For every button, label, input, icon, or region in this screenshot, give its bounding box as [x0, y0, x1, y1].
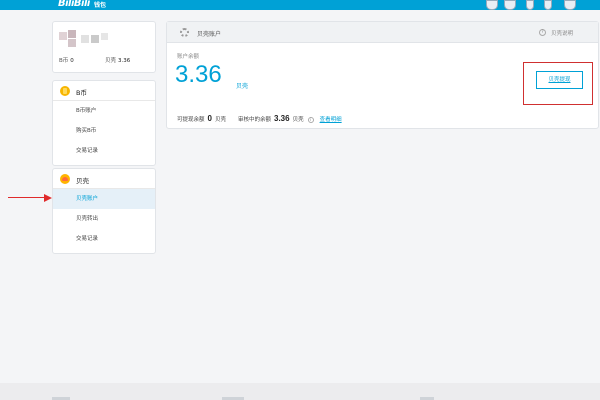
sidebar-item-buy-b-coin[interactable]: 购买B币 — [53, 121, 155, 141]
balance-unit: 贝壳 — [236, 83, 249, 90]
shell-stat-label: 贝壳 — [105, 58, 117, 64]
sidebar-item-b-coin-transactions[interactable]: 交易记录 — [53, 141, 155, 161]
avatar-blur-block — [59, 32, 67, 40]
withdrawable-label: 可提现余额 — [177, 117, 205, 123]
question-icon[interactable]: ? — [539, 29, 546, 36]
withdraw-shell-button[interactable]: 贝壳提现 — [536, 71, 583, 89]
mascot-figure — [564, 0, 576, 10]
gear-icon — [180, 28, 189, 37]
page-footer — [0, 383, 600, 400]
sidebar-item-shell-transfer-out[interactable]: 贝壳转出 — [53, 209, 155, 229]
avatar-blur-block — [101, 33, 108, 40]
withdrawable-value: 0 — [207, 114, 212, 123]
info-icon[interactable]: i — [307, 116, 314, 123]
b-coin-stat: B币 0 — [59, 56, 74, 64]
annotation-arrow-line — [8, 197, 48, 199]
avatar-blur-block — [91, 35, 99, 43]
mascot-figure — [504, 0, 516, 10]
avatar-blur-block — [81, 35, 89, 43]
shell-stat: 贝壳 3.36 — [105, 56, 130, 64]
view-details-link[interactable]: 查看明细 — [320, 117, 342, 123]
reviewing-label: 审核中的余额 — [237, 117, 271, 123]
annotation-arrow-head — [44, 193, 52, 202]
shell-menu-title: 贝壳 — [76, 177, 89, 185]
b-coin-stat-value: 0 — [70, 58, 74, 64]
mascot-figure — [526, 0, 534, 10]
shell-menu: 贝壳 贝壳账户 贝壳转出 交易记录 — [52, 168, 156, 254]
shell-icon — [60, 174, 70, 184]
b-coin-menu-header: B币 — [53, 81, 155, 101]
shell-stat-value: 3.36 — [118, 58, 131, 64]
balance-label: 账户余额 — [177, 54, 200, 60]
sidebar-item-shell-account[interactable]: 贝壳账户 — [53, 189, 155, 209]
top-header-bar: BiliBili 钱包 — [0, 0, 600, 10]
shell-menu-header: 贝壳 — [53, 169, 155, 189]
reviewing-value: 3.36 — [274, 114, 290, 123]
mascot-figure — [486, 0, 498, 10]
header-mascot-illustration — [482, 0, 586, 10]
balance-value: 3.36 — [175, 61, 222, 88]
page-title: 贝壳账户 — [197, 31, 222, 38]
shell-account-panel: 贝壳账户 ? 贝壳说明 账户余额 3.36 贝壳 贝壳提现 可提现余额 0 贝壳 审核… — [166, 21, 599, 129]
reviewing-unit: 贝壳 — [292, 117, 304, 123]
panel-header: 贝壳账户 ? 贝壳说明 — [167, 22, 598, 43]
b-coin-menu-title: B币 — [76, 89, 87, 97]
bilibili-logo[interactable]: BiliBili — [58, 0, 90, 9]
avatar-blur-block — [68, 39, 76, 47]
user-summary-card: B币 0 贝壳 3.36 — [52, 21, 156, 73]
avatar[interactable] — [59, 30, 111, 48]
mascot-figure — [544, 0, 552, 10]
wallet-label: 钱包 — [94, 2, 107, 9]
shell-help-link[interactable]: 贝壳说明 — [551, 29, 573, 37]
sidebar-item-shell-transactions[interactable]: 交易记录 — [53, 229, 155, 249]
b-coin-menu: B币 B币账户 购买B币 交易记录 — [52, 80, 156, 166]
avatar-blur-block — [68, 30, 76, 38]
withdrawable-unit: 贝壳 — [214, 117, 226, 123]
sidebar-item-b-coin-account[interactable]: B币账户 — [53, 101, 155, 121]
b-coin-icon — [60, 86, 70, 96]
b-coin-stat-label: B币 — [59, 58, 69, 64]
balance-details-row: 可提现余额 0 贝壳 审核中的余额 3.36 贝壳 i 查看明细 — [177, 114, 342, 123]
